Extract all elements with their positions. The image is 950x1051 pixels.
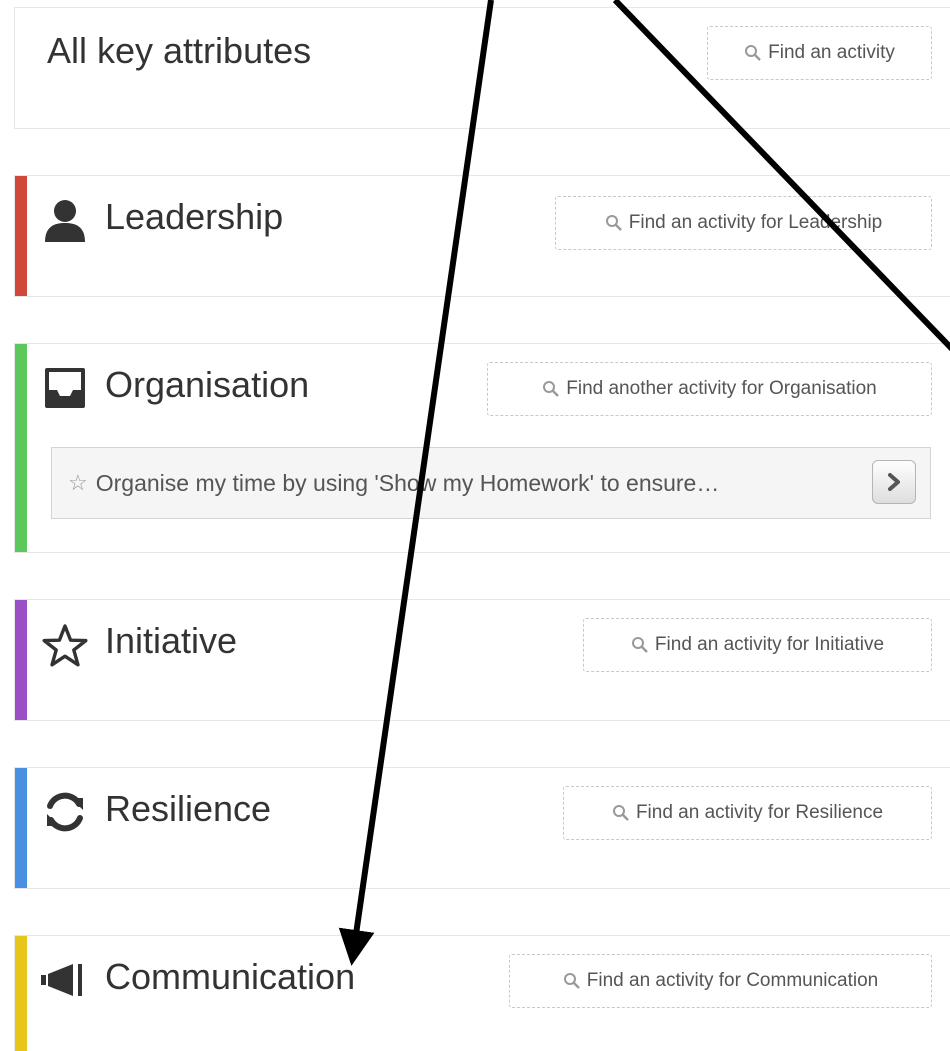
attribute-title: Initiative	[105, 620, 238, 661]
communication-color-bar	[15, 936, 27, 1051]
find-activity-initiative-button[interactable]: Find an activity for Initiative	[583, 618, 932, 672]
all-attributes-card: All key attributes Find an activity	[14, 7, 950, 129]
search-icon	[612, 805, 629, 821]
inbox-icon	[45, 368, 85, 408]
search-icon	[563, 973, 580, 989]
find-activity-label: Find another activity for Organisation	[566, 378, 877, 399]
attribute-card-leadership: Leadership Find an activity for Leadersh…	[14, 175, 950, 297]
attribute-card-initiative: Initiative Find an activity for Initiati…	[14, 599, 950, 721]
activity-text: Organise my time by using 'Show my Homew…	[95, 469, 720, 496]
star-icon	[42, 624, 88, 667]
find-activity-leadership-button[interactable]: Find an activity for Leadership	[555, 196, 932, 250]
star-outline-icon: ☆	[68, 470, 88, 495]
find-activity-label: Find an activity for Initiative	[654, 634, 885, 655]
organisation-color-bar	[15, 344, 27, 552]
attribute-title: Leadership	[105, 196, 284, 237]
attribute-card-organisation: Organisation Find another activity for O…	[14, 343, 950, 553]
resilience-color-bar	[15, 768, 27, 888]
attribute-card-communication: Communication Find an activity for Commu…	[14, 935, 950, 1051]
attribute-title: Communication	[105, 956, 356, 997]
search-icon	[745, 45, 761, 61]
search-icon	[543, 381, 560, 397]
find-another-activity-organisation-button[interactable]: Find another activity for Organisation	[487, 362, 932, 416]
attribute-title: Organisation	[105, 364, 310, 405]
open-activity-button[interactable]	[872, 460, 916, 504]
find-activity-label: Find an activity for Communication	[586, 970, 879, 991]
chevron-right-icon	[888, 473, 900, 491]
refresh-icon	[47, 792, 83, 832]
key-attributes-page: All key attributes Find an activity Lead…	[0, 0, 950, 1051]
find-activity-resilience-button[interactable]: Find an activity for Resilience	[563, 786, 932, 840]
find-activity-label: Find an activity for Resilience	[635, 802, 884, 823]
search-icon	[605, 215, 622, 231]
find-activity-label: Find an activity	[768, 42, 895, 63]
user-icon	[45, 200, 85, 242]
page-title: All key attributes	[47, 30, 312, 71]
attribute-card-resilience: Resilience Find an activity for Resilien…	[14, 767, 950, 889]
search-icon	[631, 637, 648, 653]
bullhorn-icon	[41, 964, 82, 996]
find-activity-communication-button[interactable]: Find an activity for Communication	[509, 954, 932, 1008]
initiative-color-bar	[15, 600, 27, 720]
find-activity-button[interactable]: Find an activity	[707, 26, 932, 80]
activity-item[interactable]: ☆ Organise my time by using 'Show my Hom…	[51, 447, 931, 519]
attribute-title: Resilience	[105, 788, 272, 829]
leadership-color-bar	[15, 176, 27, 296]
find-activity-label: Find an activity for Leadership	[628, 212, 883, 233]
